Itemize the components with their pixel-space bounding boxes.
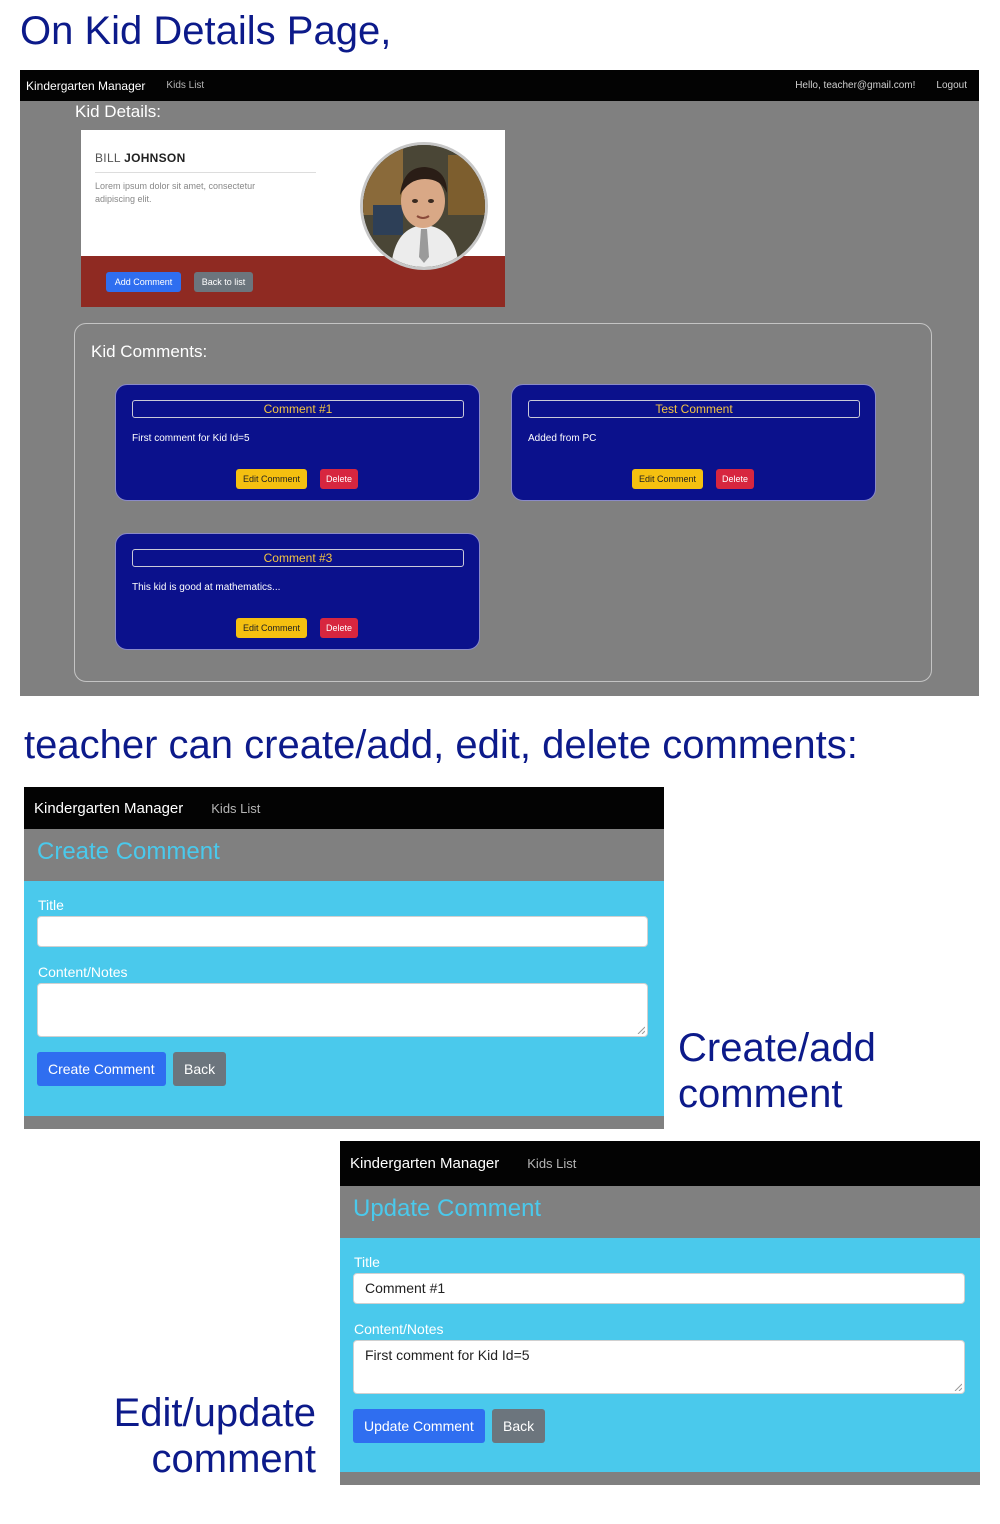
update-comment-button[interactable]: Update Comment (353, 1409, 485, 1443)
comment-card: Comment #3 This kid is good at mathemati… (115, 533, 480, 650)
navbar: Kindergarten Manager Kids List (24, 787, 664, 829)
page-title: Kid Details: (75, 102, 161, 121)
caption-kid-details: On Kid Details Page, (20, 9, 392, 53)
divider (95, 172, 316, 173)
page-footer (24, 1116, 664, 1129)
navbar: Kindergarten Manager Kids List (340, 1141, 980, 1186)
page-title: Update Comment (340, 1186, 980, 1238)
title-label: Title (38, 897, 64, 913)
create-comment-button[interactable]: Create Comment (37, 1052, 166, 1086)
logout-link[interactable]: Logout (936, 80, 967, 91)
back-button[interactable]: Back (492, 1409, 546, 1443)
kid-details-screenshot: Kindergarten Manager Kids List Hello, te… (20, 70, 979, 696)
brand-link[interactable]: Kindergarten Manager (34, 800, 183, 817)
avatar (360, 142, 488, 270)
brand-link[interactable]: Kindergarten Manager (26, 79, 145, 93)
content-label: Content/Notes (354, 1321, 444, 1337)
kid-profile-card: BILL JOHNSON Lorem ipsum dolor sit amet,… (81, 130, 505, 307)
comment-body: First comment for Kid Id=5 (132, 433, 250, 444)
comment-body: Added from PC (528, 433, 597, 444)
comment-title: Test Comment (528, 400, 860, 418)
content-text: First comment for Kid Id=5 (365, 1347, 530, 1363)
kid-name: BILL JOHNSON (95, 151, 186, 165)
caption-teacher-actions: teacher can create/add, edit, delete com… (24, 723, 858, 767)
page-footer (340, 1472, 980, 1485)
nav-kids-list[interactable]: Kids List (211, 801, 260, 816)
comments-heading: Kid Comments: (91, 342, 208, 361)
resize-handle-icon[interactable] (637, 1026, 645, 1034)
delete-comment-button[interactable]: Delete (320, 618, 358, 638)
back-button[interactable]: Back (173, 1052, 227, 1086)
edit-comment-button[interactable]: Edit Comment (236, 618, 307, 638)
nav-kids-list[interactable]: Kids List (527, 1156, 576, 1171)
comments-section: Kid Comments: Comment #1 First comment f… (74, 323, 932, 682)
title-input[interactable]: Comment #1 (353, 1273, 965, 1304)
delete-comment-button[interactable]: Delete (320, 469, 358, 489)
content-textarea[interactable]: First comment for Kid Id=5 (353, 1340, 965, 1394)
brand-link[interactable]: Kindergarten Manager (350, 1155, 499, 1172)
back-to-list-button[interactable]: Back to list (194, 272, 253, 292)
comment-body: This kid is good at mathematics... (132, 582, 281, 593)
add-comment-button[interactable]: Add Comment (106, 272, 181, 292)
nav-kids-list[interactable]: Kids List (166, 80, 204, 91)
comment-card: Comment #1 First comment for Kid Id=5 Ed… (115, 384, 480, 501)
content-label: Content/Notes (38, 964, 128, 980)
user-greeting[interactable]: Hello, teacher@gmail.com! (795, 80, 915, 91)
edit-comment-button[interactable]: Edit Comment (632, 469, 703, 489)
kid-first-name: BILL (95, 151, 121, 165)
delete-comment-button[interactable]: Delete (716, 469, 754, 489)
kid-description: Lorem ipsum dolor sit amet, consectetur … (95, 181, 256, 204)
comment-title: Comment #3 (132, 549, 464, 567)
kid-last-name: JOHNSON (124, 151, 186, 165)
caption-create-comment: Create/add comment (678, 1026, 876, 1116)
kid-photo-icon (363, 145, 485, 267)
content-textarea[interactable] (37, 983, 648, 1037)
navbar: Kindergarten Manager Kids List Hello, te… (20, 70, 979, 101)
comment-card: Test Comment Added from PC Edit Comment … (511, 384, 876, 501)
comment-title: Comment #1 (132, 400, 464, 418)
create-comment-screenshot: Kindergarten Manager Kids List Create Co… (24, 787, 664, 1129)
edit-comment-button[interactable]: Edit Comment (236, 469, 307, 489)
page-title: Create Comment (24, 829, 664, 881)
title-label: Title (354, 1254, 380, 1270)
resize-handle-icon[interactable] (954, 1383, 962, 1391)
caption-edit-comment: Edit/update comment (113, 1391, 316, 1481)
update-comment-screenshot: Kindergarten Manager Kids List Update Co… (340, 1141, 980, 1485)
title-input[interactable] (37, 916, 648, 947)
